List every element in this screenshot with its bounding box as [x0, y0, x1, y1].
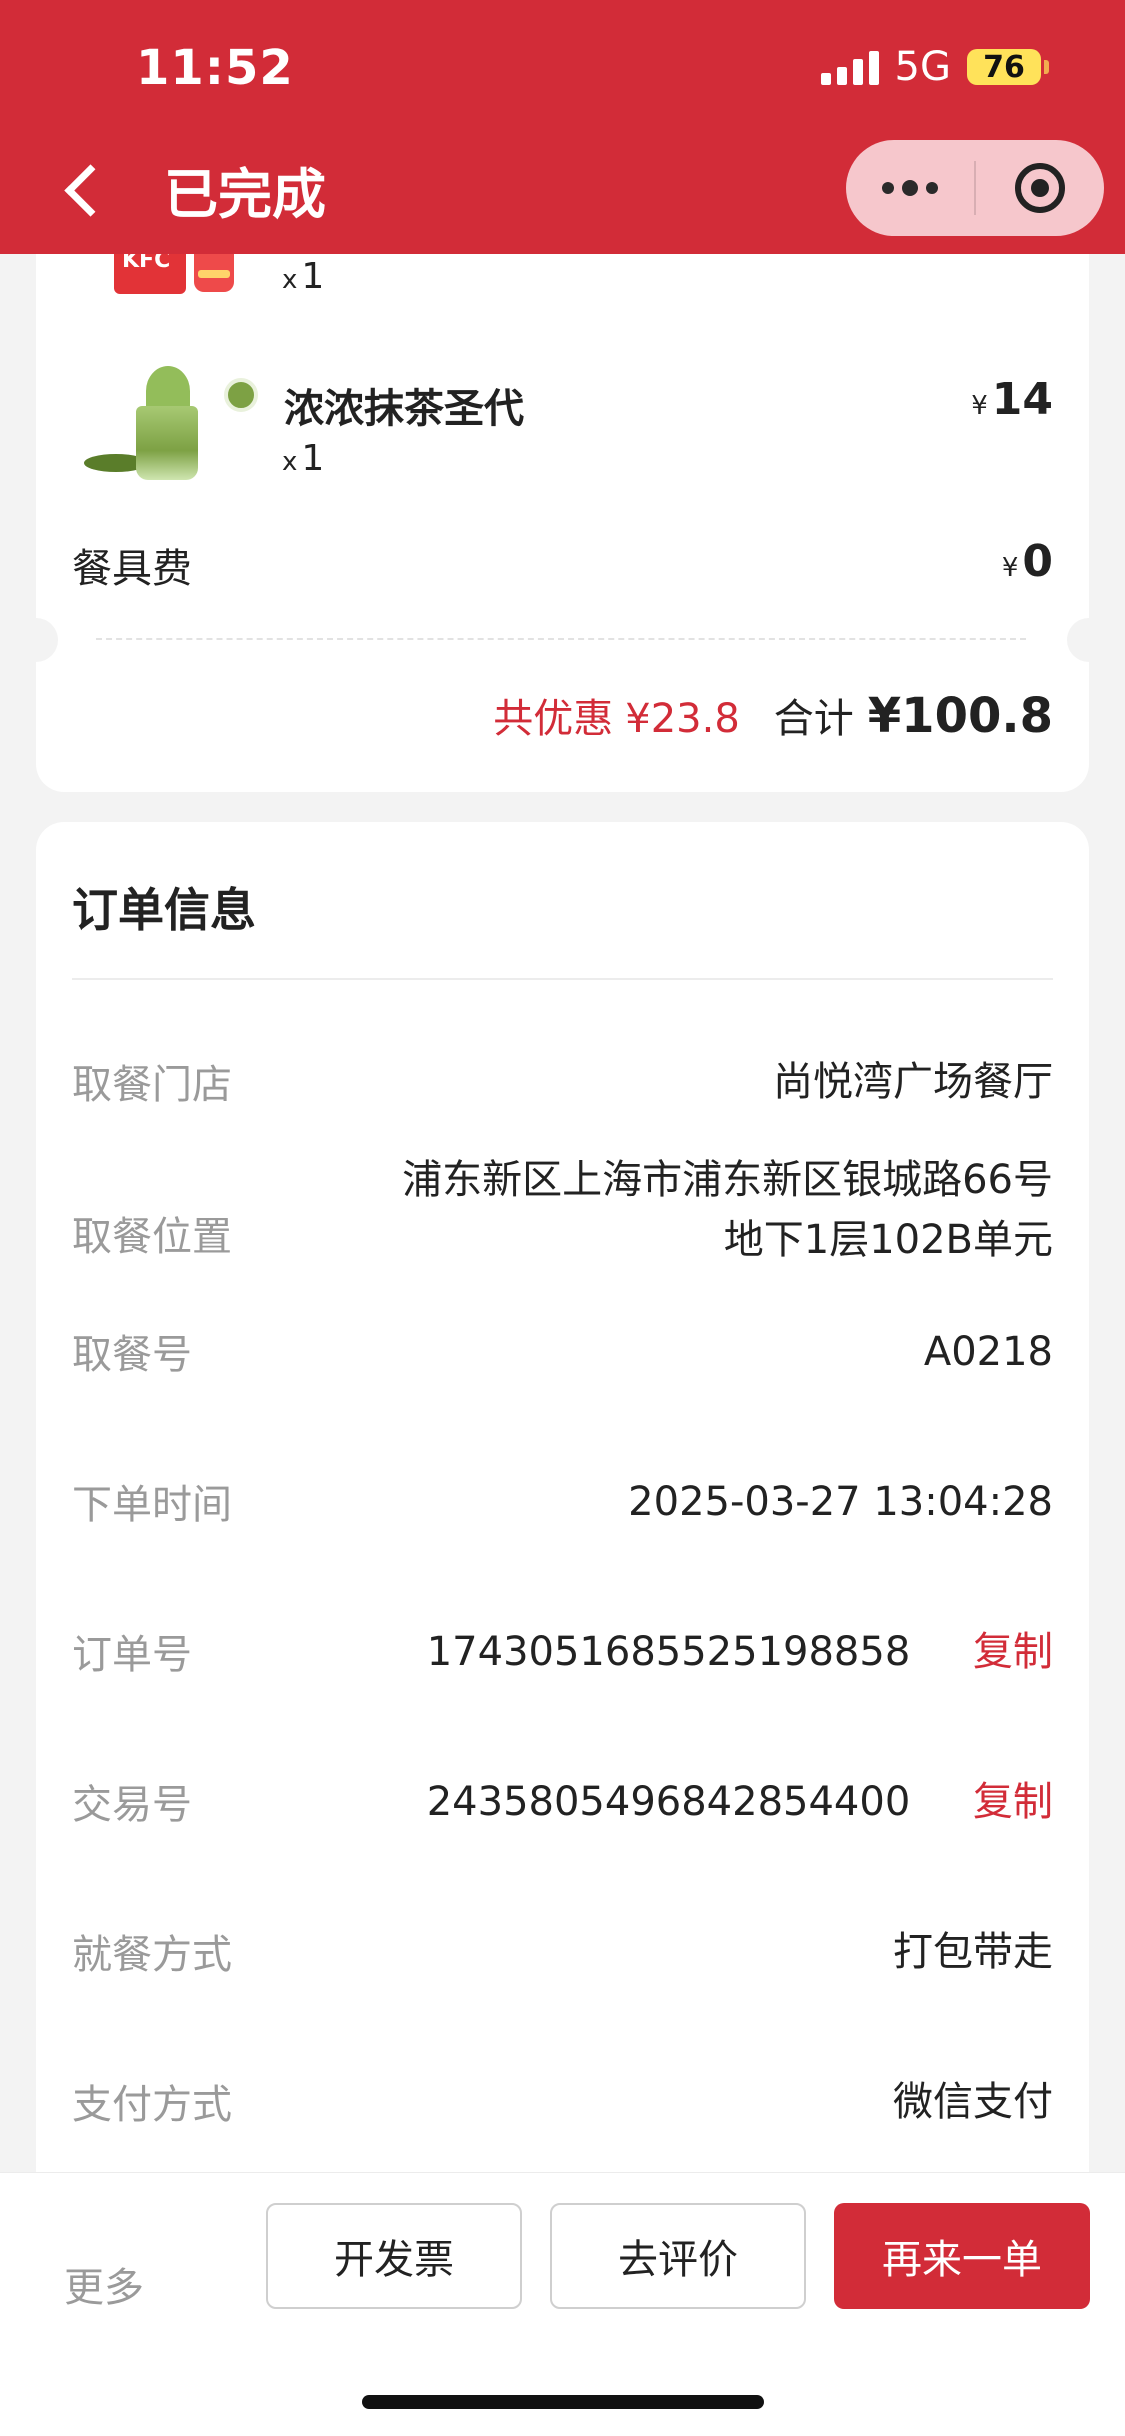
order-item: 浓浓抹茶圣代 x1 ¥14 [36, 356, 1089, 506]
info-label: 支付方式 [72, 2082, 232, 2128]
discount-value: ¥23.8 [625, 696, 740, 742]
bottom-action-bar: 更多 开发票 去评价 再来一单 [0, 2172, 1125, 2436]
utensil-fee-price: ¥0 [1001, 536, 1053, 587]
info-value: 微信支付 [893, 2079, 1053, 2125]
order-info-card: 订单信息 取餐门店 尚悦湾广场餐厅 取餐位置 浦东新区上海市浦东新区银城路66号… [36, 822, 1089, 2222]
info-value: 2435805496842854400 复制 [426, 1779, 1053, 1825]
close-miniprogram-button[interactable] [976, 140, 1104, 236]
page-title: 已完成 [164, 163, 326, 226]
item-quantity: x1 [282, 256, 325, 297]
more-link[interactable]: 更多 [64, 2255, 144, 2313]
signal-icon [820, 49, 879, 85]
info-value: 2025-03-27 13:04:28 [628, 1479, 1053, 1525]
order-info-title: 订单信息 [72, 883, 256, 937]
ticket-notch-right [1067, 618, 1089, 662]
order-total-row: 共优惠 ¥23.8 合计 ¥100.8 [493, 686, 1053, 744]
info-label: 交易号 [72, 1782, 192, 1828]
order-items-card: x1 浓浓抹茶圣代 x1 ¥14 餐具费 ¥0 共优惠 ¥23.8 合计 ¥10… [36, 200, 1089, 792]
copy-order-number-button[interactable]: 复制 [973, 1629, 1053, 1675]
status-time: 11:52 [136, 40, 294, 96]
section-divider [72, 978, 1053, 980]
info-value: A0218 [923, 1329, 1053, 1375]
battery-icon: 76 [967, 49, 1049, 85]
info-label: 订单号 [72, 1632, 192, 1678]
info-value: 打包带走 [893, 1929, 1053, 1975]
info-label: 取餐号 [72, 1332, 192, 1378]
item-name: 浓浓抹茶圣代 [284, 386, 524, 432]
info-label: 下单时间 [72, 1482, 232, 1528]
utensil-fee-label: 餐具费 [72, 546, 192, 592]
matcha-sundae-thumbnail [78, 366, 258, 486]
more-options-icon[interactable] [846, 140, 974, 236]
total-label: 合计 [773, 696, 854, 742]
info-value: 1743051685525198858 复制 [426, 1629, 1053, 1675]
item-price: ¥14 [971, 374, 1053, 425]
info-value: 浦东新区上海市浦东新区银城路66号 地下1层102B单元 [402, 1157, 1053, 1263]
network-type: 5G [894, 44, 951, 90]
discount-label: 共优惠 [493, 696, 614, 742]
miniprogram-capsule [846, 140, 1104, 236]
copy-transaction-number-button[interactable]: 复制 [973, 1779, 1053, 1825]
target-icon [1015, 163, 1065, 213]
info-label: 就餐方式 [72, 1932, 232, 1978]
reorder-button[interactable]: 再来一单 [834, 2203, 1090, 2309]
dashed-divider [96, 638, 1026, 640]
utensil-fee-row: 餐具费 ¥0 [72, 536, 1053, 596]
home-indicator [362, 2395, 764, 2409]
info-value: 尚悦湾广场餐厅 [773, 1059, 1053, 1105]
app-header: 11:52 5G 76 已完成 [0, 0, 1125, 254]
ticket-notch-left [36, 618, 58, 662]
item-quantity: x1 [282, 438, 325, 479]
info-label: 取餐门店 [72, 1062, 232, 1108]
info-label: 取餐位置 [72, 1214, 232, 1260]
total-value: ¥100.8 [867, 688, 1053, 744]
invoice-button[interactable]: 开发票 [266, 2203, 522, 2309]
status-indicators: 5G 76 [820, 44, 1049, 90]
review-button[interactable]: 去评价 [550, 2203, 806, 2309]
back-button[interactable] [56, 158, 106, 224]
